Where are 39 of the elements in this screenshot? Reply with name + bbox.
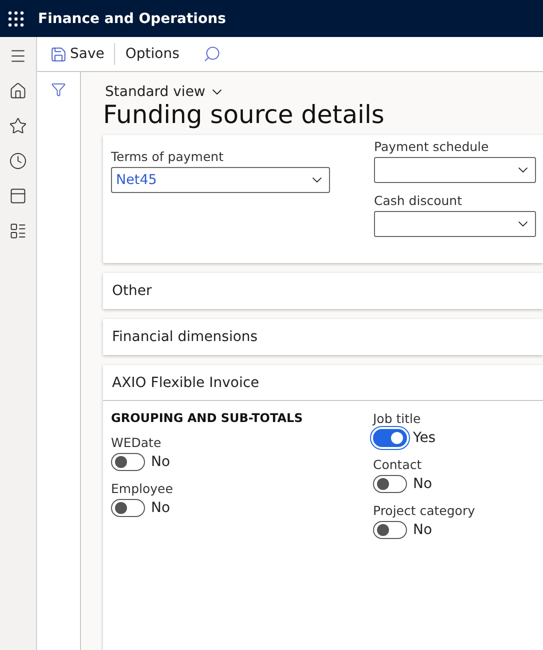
field-label: Terms of payment bbox=[111, 149, 224, 164]
save-icon bbox=[50, 46, 67, 62]
toggle-switch[interactable] bbox=[373, 521, 407, 539]
field-label: Job title bbox=[373, 411, 422, 426]
star-icon[interactable] bbox=[9, 117, 27, 135]
app-title: Finance and Operations bbox=[38, 10, 226, 26]
section-header[interactable]: Other bbox=[103, 273, 543, 309]
filter-icon[interactable] bbox=[51, 82, 66, 97]
field-label: Project category bbox=[373, 503, 475, 518]
clock-icon[interactable] bbox=[9, 152, 27, 170]
section-header[interactable]: Financial dimensions bbox=[103, 319, 543, 355]
dropdown-field[interactable]: Net45 bbox=[111, 167, 330, 193]
dropdown-field[interactable] bbox=[374, 157, 536, 183]
field-label: Payment schedule bbox=[374, 139, 490, 154]
workspace-icon[interactable] bbox=[9, 187, 27, 205]
section-header[interactable]: AXIO Flexible Invoice bbox=[103, 365, 543, 401]
options-button[interactable]: Options bbox=[121, 44, 184, 64]
field-label: Employee bbox=[111, 481, 174, 496]
save-button[interactable]: Save bbox=[46, 44, 108, 64]
group-heading: GROUPING AND SUB-TOTALS bbox=[111, 411, 304, 425]
toggle-value: Yes bbox=[413, 430, 436, 446]
search-icon[interactable] bbox=[203, 45, 222, 63]
toggle-value: No bbox=[413, 522, 432, 538]
toggle-switch[interactable] bbox=[111, 453, 145, 471]
view-selector[interactable]: Standard view bbox=[103, 84, 228, 100]
toggle-value: No bbox=[151, 454, 170, 470]
toggle-switch[interactable] bbox=[111, 499, 145, 517]
dropdown-field[interactable] bbox=[374, 211, 536, 237]
app-launcher-icon[interactable] bbox=[8, 10, 24, 26]
field-label: WEDate bbox=[111, 435, 162, 450]
page-title: Funding source details bbox=[103, 100, 386, 129]
toggle-switch[interactable] bbox=[373, 475, 407, 493]
field-label: Contact bbox=[373, 457, 423, 472]
home-icon[interactable] bbox=[9, 82, 27, 100]
list-icon[interactable] bbox=[9, 222, 27, 240]
toggle-switch[interactable] bbox=[373, 429, 407, 447]
field-label: Cash discount bbox=[374, 193, 463, 208]
toggle-value: No bbox=[413, 476, 432, 492]
toggle-value: No bbox=[151, 500, 170, 516]
